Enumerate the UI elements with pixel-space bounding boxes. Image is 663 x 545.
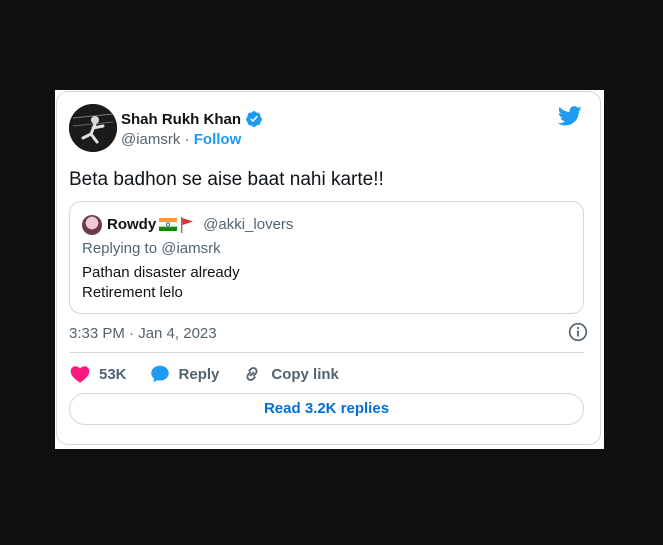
tweet-card: Shah Rukh Khan @iamsrk · Follow Beta bad… [56, 91, 601, 445]
author-name[interactable]: Shah Rukh Khan [121, 111, 241, 128]
author-handle[interactable]: @iamsrk [121, 131, 180, 148]
info-icon[interactable] [568, 322, 588, 342]
tweet-timestamp[interactable]: 3:33 PM · Jan 4, 2023 [69, 325, 217, 342]
twitter-bird-icon[interactable] [558, 106, 582, 126]
like-button[interactable]: 53K [69, 363, 127, 385]
reply-label: Reply [178, 365, 220, 383]
tweet-text: Beta badhon se aise baat nahi karte!! [69, 169, 384, 190]
verified-badge-icon [246, 111, 262, 127]
avatar[interactable] [69, 104, 117, 152]
quoted-author-handle[interactable]: @akki_lovers [203, 216, 293, 233]
heart-icon [70, 366, 90, 383]
india-flag-icon [159, 218, 178, 231]
quoted-avatar[interactable] [82, 215, 102, 235]
quoted-text-line: Pathan disaster already [82, 264, 240, 281]
tweet-embed-frame: Shah Rukh Khan @iamsrk · Follow Beta bad… [55, 90, 604, 449]
read-replies-button[interactable]: Read 3.2K replies [69, 393, 584, 425]
link-icon [246, 367, 258, 381]
reply-button[interactable]: Reply [149, 363, 220, 385]
quoted-name-row: Rowdy @akki_lovers [107, 216, 293, 233]
author-handle-row: @iamsrk · Follow [121, 131, 241, 148]
avatar-image [69, 104, 117, 152]
quoted-text-line: Retirement lelo [82, 284, 183, 301]
copy-link-button[interactable]: Copy link [241, 363, 339, 385]
replying-to-text: Replying to @iamsrk [82, 240, 221, 257]
author-name-row: Shah Rukh Khan [121, 110, 263, 128]
reply-bubble-icon [150, 365, 169, 383]
copy-link-label: Copy link [271, 365, 339, 383]
quoted-author-name[interactable]: Rowdy [107, 216, 156, 233]
divider [69, 352, 584, 353]
action-bar: 53K Reply Copy link [69, 363, 361, 385]
red-flag-icon [181, 216, 194, 233]
separator: · [184, 131, 190, 148]
quoted-tweet[interactable]: Rowdy @akki_lovers Replying to @iamsrk P… [69, 201, 584, 314]
like-count: 53K [99, 365, 127, 383]
follow-button[interactable]: Follow [194, 131, 242, 148]
